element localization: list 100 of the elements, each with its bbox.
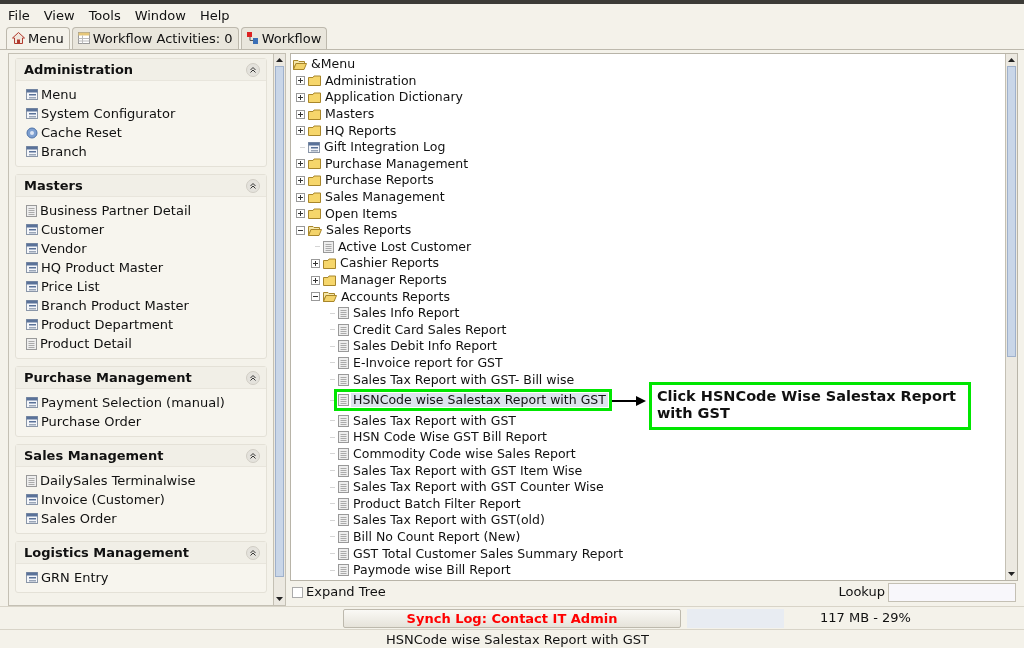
section-title: Purchase Management <box>24 368 192 387</box>
tree-item[interactable]: HSN Code Wise GST Bill Report <box>351 430 549 445</box>
menu-link[interactable]: Payment Selection (manual) <box>41 392 225 413</box>
menu-link[interactable]: Vendor <box>41 238 87 259</box>
scroll-up-icon[interactable] <box>276 58 283 62</box>
tree-item[interactable]: Sales Reports <box>324 223 414 238</box>
table-icon <box>77 32 90 45</box>
menu-link[interactable]: Menu <box>41 84 77 105</box>
menu-link[interactable]: Sales Order <box>41 508 117 529</box>
expand-icon[interactable] <box>296 126 305 136</box>
menu-link[interactable]: System Configurator <box>41 103 176 124</box>
scrollbar[interactable] <box>1005 54 1017 580</box>
menu-link[interactable]: Cache Reset <box>41 122 122 143</box>
folder-icon <box>323 274 336 286</box>
tab[interactable]: Workflow <box>240 26 328 49</box>
lookup-field[interactable] <box>888 582 1016 602</box>
dropdown-title[interactable]: File <box>8 5 30 26</box>
expand-icon[interactable] <box>296 192 305 202</box>
tree-item[interactable]: Purchase Management <box>323 156 471 171</box>
expand-icon[interactable] <box>296 109 305 119</box>
tab[interactable]: Menu <box>6 26 70 49</box>
expand-icon[interactable] <box>311 258 320 268</box>
tree-item[interactable]: Cashier Reports <box>338 256 442 271</box>
tree-item[interactable]: Product Batch Filter Report <box>351 496 523 511</box>
status-message: HSNCode wise Salestax Report with GST <box>386 632 649 647</box>
section-title: Logistics Management <box>24 543 190 562</box>
tree-item[interactable]: Sales Tax Report with GST(old) <box>351 513 547 528</box>
menu-link[interactable]: Branch <box>41 141 87 162</box>
dropdown-title[interactable]: Tools <box>88 5 121 26</box>
folder-icon <box>308 191 321 203</box>
scroll-down-icon[interactable] <box>1008 572 1015 576</box>
dropdown-title[interactable]: View <box>43 5 75 26</box>
menu-link[interactable]: Product Detail <box>40 333 132 354</box>
tree-item[interactable]: Paymode wise Bill Report <box>351 563 513 578</box>
document-icon <box>338 357 349 369</box>
document-icon <box>26 337 37 350</box>
tree-item[interactable]: Sales Tax Report with GST Item Wise <box>351 463 585 478</box>
tree-item[interactable]: Gift Integration Log <box>322 140 448 155</box>
menu-link[interactable]: Purchase Order <box>41 411 142 432</box>
window-icon <box>26 224 38 235</box>
document-icon <box>338 447 349 460</box>
tree-item[interactable]: Open Items <box>323 206 400 221</box>
workflow-icon <box>246 31 259 45</box>
menu-link[interactable]: DailySales Terminalwise <box>40 470 196 491</box>
tree-item[interactable]: Commodity Code wise Sales Report <box>351 446 578 461</box>
tree-item[interactable]: Application Dictionary <box>323 90 465 105</box>
window-icon <box>26 397 38 408</box>
tree-item[interactable]: HQ Reports <box>323 123 399 138</box>
tree-item[interactable]: E-Invoice report for GST <box>351 356 505 370</box>
dropdown-title[interactable]: Window <box>134 5 186 26</box>
tree-item[interactable]: Sales Tax Report with GST Counter Wise <box>351 480 606 495</box>
collapse-icon[interactable] <box>311 292 320 302</box>
scrollbar[interactable] <box>273 54 285 605</box>
tree-item[interactable]: Sales Tax Report with GST <box>351 413 518 428</box>
folder-icon <box>308 92 321 103</box>
expand-icon[interactable] <box>296 76 305 86</box>
scroll-up-icon[interactable] <box>1008 58 1015 62</box>
menu-link[interactable]: Branch Product Master <box>41 295 189 316</box>
menu-link[interactable]: Business Partner Detail <box>40 200 192 221</box>
tab[interactable]: Workflow Activities: 0 <box>71 26 239 49</box>
window-icon <box>26 281 38 292</box>
tree-item[interactable]: &Menu <box>309 57 358 72</box>
menu-link[interactable]: Product Department <box>41 314 174 335</box>
menu-link[interactable]: Customer <box>41 219 105 240</box>
dropdown-title[interactable]: Help <box>199 5 230 26</box>
folder-icon <box>308 208 321 220</box>
tree-item[interactable]: Accounts Reports <box>339 289 452 304</box>
tree-item[interactable]: Sales Debit Info Report <box>351 339 499 354</box>
checkbox[interactable] <box>292 586 303 598</box>
tree-item[interactable]: Administration <box>323 73 419 88</box>
expand-icon[interactable] <box>296 159 305 169</box>
expand-icon[interactable] <box>296 93 305 102</box>
document-icon <box>338 514 349 527</box>
tree-item[interactable]: Active Lost Customer <box>336 239 474 254</box>
section-title: Administration <box>24 60 134 79</box>
window-icon <box>308 141 320 153</box>
menu-link[interactable]: Invoice (Customer) <box>41 489 165 510</box>
tree-item[interactable]: Bill No Count Report (New) <box>351 529 523 544</box>
document-icon <box>338 340 349 353</box>
window-icon <box>26 572 38 583</box>
menu-link[interactable]: HQ Product Master <box>41 257 164 278</box>
tree-item[interactable]: HSNCode wise Salestax Report with GST <box>351 393 608 408</box>
collapse-icon[interactable] <box>296 225 305 235</box>
window-icon <box>26 89 38 100</box>
tree-item[interactable]: Purchase Reports <box>323 173 436 188</box>
expand-icon[interactable] <box>311 275 320 285</box>
expand-icon[interactable] <box>296 209 305 219</box>
tree-item[interactable]: Masters <box>323 107 377 122</box>
checkbox-label[interactable]: Expand Tree <box>306 582 386 602</box>
menu-link[interactable]: Price List <box>41 276 100 297</box>
tree-item[interactable]: Sales Management <box>323 190 447 205</box>
menu-link[interactable]: GRN Entry <box>41 567 109 588</box>
tree-item[interactable]: Manager Reports <box>338 273 449 287</box>
home-icon <box>12 32 25 45</box>
scroll-down-icon[interactable] <box>276 597 283 601</box>
tree-item[interactable]: Sales Info Report <box>351 306 462 321</box>
expand-icon[interactable] <box>296 175 305 185</box>
tree-item[interactable]: GST Total Customer Sales Summary Report <box>351 546 626 561</box>
tree-item[interactable]: Credit Card Sales Report <box>351 322 509 337</box>
tree-item[interactable]: Sales Tax Report with GST- Bill wise <box>351 372 577 387</box>
